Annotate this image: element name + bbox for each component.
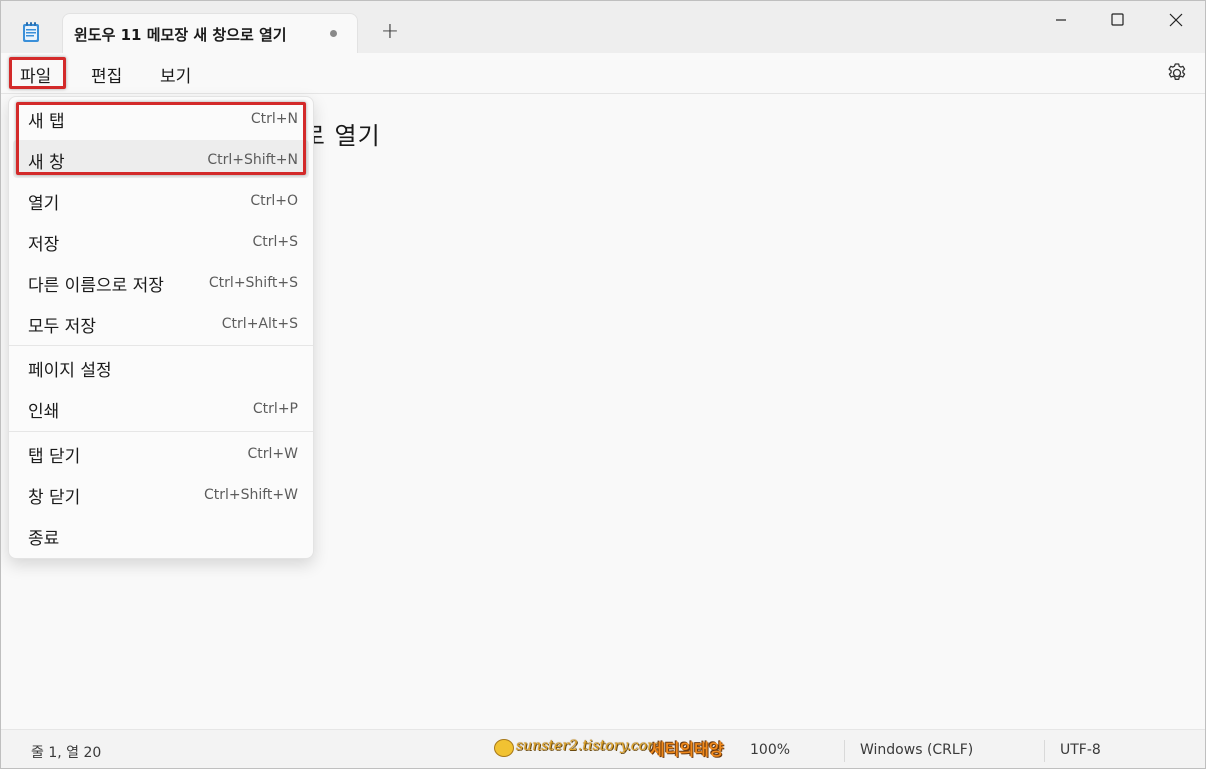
watermark-url: sunster2.tistory.com: [516, 738, 661, 754]
menu-item-save[interactable]: 저장 Ctrl+S: [13, 222, 309, 260]
menu-view[interactable]: 보기: [160, 62, 191, 87]
menu-separator: [9, 345, 313, 346]
menu-edit[interactable]: 편집: [91, 62, 122, 87]
menu-item-label: 다른 이름으로 저장: [28, 276, 164, 296]
menu-item-label: 열기: [28, 194, 60, 214]
menu-item-exit[interactable]: 종료: [13, 516, 309, 554]
smiley-icon: [494, 739, 514, 757]
document-tab[interactable]: 윈도우 11 메모장 새 창으로 열기: [62, 13, 358, 53]
menu-item-shortcut: Ctrl+W: [247, 446, 298, 462]
status-divider: [1044, 740, 1045, 762]
new-tab-button[interactable]: +: [377, 19, 403, 45]
file-menu-highlight-box: [9, 57, 66, 89]
maximize-icon[interactable]: [1098, 7, 1138, 35]
unsaved-dot-icon[interactable]: [330, 30, 337, 37]
menu-separator: [9, 431, 313, 432]
menu-item-print[interactable]: 인쇄 Ctrl+P: [13, 389, 309, 427]
new-tab-window-highlight-box: [16, 102, 306, 175]
menu-item-page-setup[interactable]: 페이지 설정: [13, 348, 309, 386]
menu-item-label: 저장: [28, 235, 60, 255]
menu-item-label: 페이지 설정: [28, 361, 112, 381]
gear-icon[interactable]: [1165, 61, 1189, 85]
menu-item-shortcut: Ctrl+P: [252, 401, 298, 417]
menu-item-label: 모두 저장: [28, 317, 96, 337]
menu-item-save-as[interactable]: 다른 이름으로 저장 Ctrl+Shift+S: [13, 263, 309, 301]
watermark-name: 세티의태양: [650, 740, 724, 759]
close-icon[interactable]: [1156, 7, 1196, 35]
menu-item-shortcut: Ctrl+O: [250, 193, 298, 209]
menu-item-close-tab[interactable]: 탭 닫기 Ctrl+W: [13, 434, 309, 472]
menu-item-save-all[interactable]: 모두 저장 Ctrl+Alt+S: [13, 304, 309, 342]
menu-item-open[interactable]: 열기 Ctrl+O: [13, 181, 309, 219]
title-bar: 윈도우 11 메모장 새 창으로 열기 +: [1, 1, 1205, 53]
encoding[interactable]: UTF-8: [1060, 742, 1101, 758]
menu-item-shortcut: Ctrl+S: [252, 234, 298, 250]
menu-item-close-window[interactable]: 창 닫기 Ctrl+Shift+W: [13, 475, 309, 513]
menu-item-label: 인쇄: [28, 402, 60, 422]
cursor-position: 줄 1, 열 20: [31, 745, 102, 761]
notepad-icon: [23, 22, 39, 42]
minimize-icon[interactable]: [1041, 7, 1081, 35]
menu-item-shortcut: Ctrl+Shift+W: [203, 487, 298, 503]
line-ending[interactable]: Windows (CRLF): [860, 742, 973, 758]
menu-item-label: 탭 닫기: [28, 447, 81, 467]
menu-item-shortcut: Ctrl+Shift+S: [208, 275, 298, 291]
status-divider: [844, 740, 845, 762]
tab-title: 윈도우 11 메모장 새 창으로 열기: [74, 26, 287, 44]
status-bar: 줄 1, 열 20 sunster2.tistory.com 세티의태양 100…: [1, 729, 1205, 768]
menu-item-label: 창 닫기: [28, 488, 81, 508]
menu-item-label: 종료: [28, 529, 60, 549]
menu-bar: 파일 편집 보기: [1, 53, 1205, 94]
zoom-level[interactable]: 100%: [750, 742, 790, 758]
notepad-window: 윈도우 11 메모장 새 창으로 열기 + 파일 편집 보기 윈도우 11 메모…: [0, 0, 1206, 769]
menu-item-shortcut: Ctrl+Alt+S: [221, 316, 298, 332]
